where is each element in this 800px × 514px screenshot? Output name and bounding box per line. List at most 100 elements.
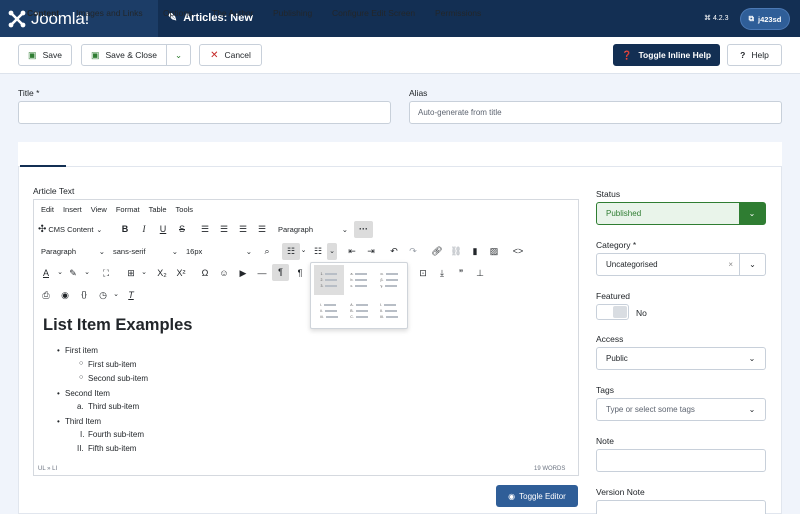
list-style-option[interactable]: i. ii. iii.	[314, 296, 344, 326]
list-item[interactable]: Fourth sub-item	[88, 430, 144, 439]
tab-configure-edit-screen[interactable]: Configure Edit Screen	[332, 8, 415, 18]
strikethrough-icon[interactable]: S	[175, 224, 189, 234]
bullet-list-icon[interactable]: ☷	[282, 243, 300, 260]
horizontal-line-icon[interactable]: —	[255, 268, 269, 278]
list-item[interactable]: Fifth sub-item	[88, 444, 136, 453]
italic-icon[interactable]: I	[137, 224, 151, 234]
menu-tools[interactable]: Tools	[176, 205, 194, 214]
text-color-icon[interactable]: A	[39, 268, 53, 278]
chevron-down-icon[interactable]: ⌄	[80, 268, 94, 276]
font-size-select[interactable]: 16px ⌄	[186, 247, 252, 256]
list-style-option[interactable]: 1. 2. 3.	[314, 265, 344, 295]
user-menu[interactable]: ⧉ j423sd	[741, 9, 789, 29]
save-button[interactable]: ▣ Save	[18, 44, 72, 66]
template-icon[interactable]: {}	[77, 290, 91, 299]
clear-formatting-icon[interactable]: T	[124, 290, 138, 300]
menu-edit[interactable]: Edit	[41, 205, 54, 214]
align-right-icon[interactable]: ☰	[236, 224, 250, 235]
bold-icon[interactable]: B	[118, 224, 132, 234]
unlink-icon[interactable]: ⛓	[449, 246, 463, 257]
menu-view[interactable]: View	[91, 205, 107, 214]
underline-icon[interactable]: U	[156, 224, 170, 234]
list-style-option[interactable]: I. II. III.	[374, 296, 404, 326]
tab-publishing[interactable]: Publishing	[273, 8, 312, 18]
note-input[interactable]	[596, 449, 766, 472]
stamp-icon[interactable]: ⊥	[473, 268, 487, 279]
list-style-option[interactable]: α. β. γ.	[374, 265, 404, 295]
numbered-list-dropdown-icon[interactable]: ⌄	[327, 243, 337, 260]
element-path[interactable]: UL » LI	[38, 466, 57, 472]
bookmark-icon[interactable]: ▮	[468, 246, 482, 257]
list-item[interactable]: First sub-item	[88, 360, 136, 369]
chevron-down-icon[interactable]: ⌄	[53, 268, 67, 276]
outdent-icon[interactable]: ⇤	[345, 246, 359, 257]
more-icon[interactable]: ···	[354, 221, 373, 238]
media-icon[interactable]: ▶	[236, 268, 250, 279]
tab-content[interactable]: Content	[27, 8, 59, 18]
indent-icon[interactable]: ⇥	[364, 246, 378, 257]
title-input[interactable]	[18, 101, 391, 124]
page-break-icon[interactable]: ⊡	[416, 268, 430, 279]
list-item[interactable]: First item	[65, 346, 98, 355]
tags-input[interactable]: Type or select some tags ⌄	[596, 398, 766, 421]
toggle-inline-help-button[interactable]: ❓ Toggle Inline Help	[613, 44, 720, 66]
list-item[interactable]: Second Item	[65, 389, 110, 398]
superscript-icon[interactable]: X²	[174, 268, 188, 278]
emoticons-icon[interactable]: ☺	[217, 268, 231, 278]
save-close-button[interactable]: ▣ Save & Close	[81, 44, 167, 66]
menu-table[interactable]: Table	[149, 205, 167, 214]
subscript-icon[interactable]: X₂	[155, 268, 169, 278]
undo-icon[interactable]: ↶	[387, 246, 401, 257]
tab-permissions[interactable]: Permissions	[435, 8, 481, 18]
chevron-down-icon[interactable]: ⌄	[299, 246, 308, 254]
joomla-logo[interactable]: Joomla!	[0, 0, 158, 37]
list-item[interactable]: Second sub-item	[88, 374, 148, 383]
special-character-icon[interactable]: Ω	[198, 268, 212, 278]
tab-images-and-links[interactable]: Images and Links	[76, 8, 143, 18]
blockquote-icon[interactable]: ”	[454, 268, 468, 278]
clear-icon[interactable]: ×	[728, 260, 733, 269]
list-style-option[interactable]: a. b. c.	[344, 265, 374, 295]
preview-eye-icon[interactable]: ◉	[58, 290, 72, 301]
table-icon[interactable]: ⊞	[124, 268, 138, 279]
fullscreen-icon[interactable]: ⛶	[99, 268, 113, 279]
content-heading[interactable]: List Item Examples	[43, 316, 192, 335]
toggle-editor-button[interactable]: ◉ Toggle Editor	[496, 485, 578, 507]
redo-icon[interactable]: ↷	[406, 246, 420, 257]
category-select[interactable]: Uncategorised × ⌄	[596, 253, 766, 276]
insert-icon[interactable]: ⤓	[435, 268, 449, 279]
tab-options[interactable]: Options	[163, 8, 192, 18]
paragraph-select[interactable]: Paragraph ⌄	[41, 247, 105, 256]
rtl-icon[interactable]: ¶	[293, 268, 307, 278]
align-left-icon[interactable]: ☰	[198, 224, 212, 235]
code-icon[interactable]: <>	[511, 246, 525, 256]
featured-switch[interactable]	[596, 304, 629, 320]
align-justify-icon[interactable]: ☰	[255, 224, 269, 235]
menu-insert[interactable]: Insert	[63, 205, 82, 214]
version-note-input[interactable]	[596, 500, 766, 514]
clock-icon[interactable]: ◷	[96, 290, 110, 301]
chevron-down-icon[interactable]: ⌄	[109, 290, 123, 298]
list-item[interactable]: Third sub-item	[88, 402, 139, 411]
tab-the-author[interactable]: The Author	[212, 8, 254, 18]
ltr-icon[interactable]: ¶	[272, 264, 289, 281]
font-family-select[interactable]: sans-serif ⌄	[113, 247, 178, 256]
align-center-icon[interactable]: ☰	[217, 224, 231, 235]
cms-content-button[interactable]: ✣ CMS Content ⌄	[38, 224, 102, 235]
list-style-option[interactable]: A. B. C.	[344, 296, 374, 326]
link-icon[interactable]: 🔗︎	[430, 246, 444, 257]
block-format-select[interactable]: Paragraph ⌄	[278, 225, 348, 234]
search-icon[interactable]: ⌕	[260, 246, 274, 257]
save-dropdown-button[interactable]: ⌄	[166, 44, 191, 66]
list-item[interactable]: Third Item	[65, 417, 101, 426]
status-select[interactable]: Published ⌄	[596, 202, 766, 225]
help-button[interactable]: ? Help	[727, 44, 782, 66]
image-icon[interactable]: ▨	[487, 246, 501, 257]
cancel-button[interactable]: ✕ Cancel	[199, 44, 262, 66]
menu-format[interactable]: Format	[116, 205, 140, 214]
numbered-list-icon[interactable]: ☷	[311, 246, 325, 257]
access-select[interactable]: Public ⌄	[596, 347, 766, 370]
print-icon[interactable]: ⎙	[39, 290, 53, 301]
alias-input[interactable]: Auto-generate from title	[409, 101, 782, 124]
chevron-down-icon[interactable]: ⌄	[137, 268, 151, 276]
